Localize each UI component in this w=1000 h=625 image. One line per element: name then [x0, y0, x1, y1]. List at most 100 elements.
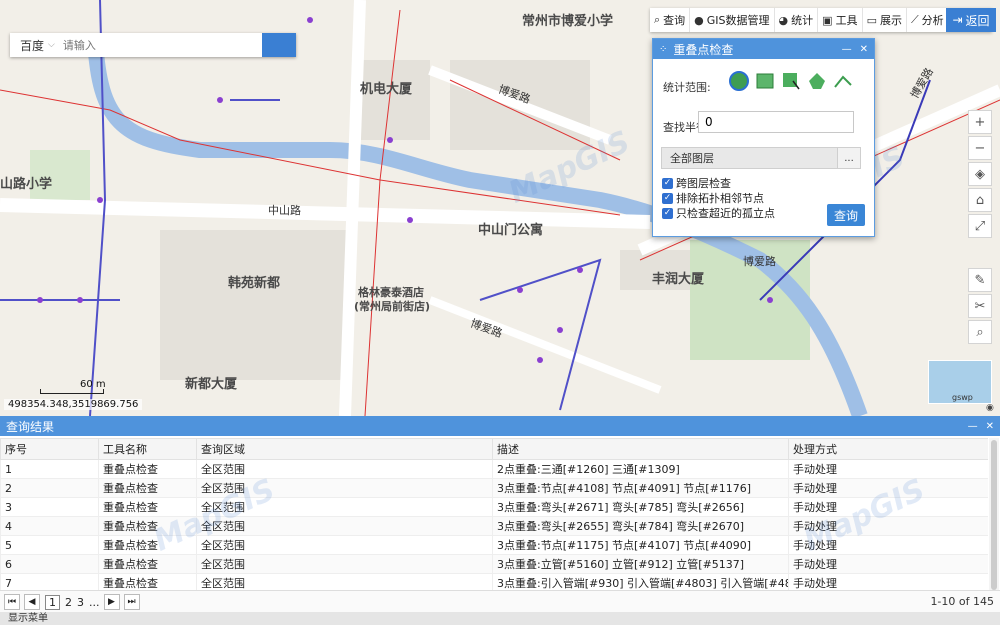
column-header[interactable]: 序号 [0, 438, 99, 460]
pie-chart-icon: ◕ [778, 13, 789, 27]
search-button[interactable] [10, 33, 296, 57]
cell-description: 2点重叠:三通[#1260] 三通[#1309] [492, 459, 789, 479]
vertical-scrollbar[interactable] [989, 438, 999, 604]
chevron-down-icon: ⌵ [48, 40, 55, 50]
first-page-button[interactable]: ⏮ [4, 594, 20, 610]
map-label-xindu: 新都大厦 [185, 377, 238, 392]
back-button[interactable]: ⇥ 返回 [946, 8, 996, 32]
page-button-3[interactable]: 3 [77, 596, 84, 609]
map-label-hanyuan: 韩苑新都 [228, 276, 281, 291]
next-page-button[interactable]: ▶ [103, 594, 120, 610]
cell-index: 2 [0, 478, 99, 498]
globe-icon: ● [694, 13, 704, 27]
overview-map-label: gswp [952, 393, 973, 402]
zoom-out-button[interactable]: − [968, 136, 992, 160]
search-icon: ⌕ [654, 13, 661, 26]
page-button-1[interactable]: 1 [45, 594, 60, 610]
map-label-boai-school: 常州市博爱小学 [522, 14, 614, 29]
cell-area: 全区范围 [196, 459, 493, 479]
cell-tool: 重叠点检查 [98, 478, 197, 498]
cell-tool: 重叠点检查 [98, 459, 197, 479]
status-bar[interactable]: 显示菜单 [0, 612, 1000, 625]
dialog-title: 重叠点检查 [673, 42, 734, 57]
column-header[interactable]: 处理方式 [788, 438, 988, 460]
polygon-select-icon [809, 73, 825, 89]
cell-description: 3点重叠:弯头[#2671] 弯头[#785] 弯头[#2656] [492, 497, 789, 517]
rectangle-select-icon [783, 73, 800, 90]
toolbar-label: 工具 [835, 14, 858, 27]
column-header[interactable]: 查询区域 [196, 438, 493, 460]
toolbar-display[interactable]: ▭ 展示 [863, 8, 907, 32]
toolbar-query[interactable]: ⌕ 查询 [650, 8, 691, 32]
toolbar-analysis[interactable]: ⟋ 分析 [907, 8, 949, 32]
scope-polygon-button[interactable] [807, 71, 827, 91]
toolbar-tools[interactable]: ▣ 工具 [818, 8, 863, 32]
magnifier-icon: ⌕ [976, 324, 984, 340]
checkbox-checked-icon: ✓ [662, 177, 673, 189]
layers-button[interactable]: ◈ [968, 162, 992, 186]
search-input[interactable] [60, 37, 262, 53]
prev-page-button[interactable]: ◀ [24, 594, 40, 610]
cell-description: 3点重叠:节点[#4108] 节点[#4091] 节点[#1176] [492, 478, 789, 498]
checkbox-checked-icon: ✓ [662, 192, 673, 204]
scope-view-button[interactable] [755, 71, 775, 91]
clip-button[interactable]: ✂ [968, 294, 992, 318]
page-button-2[interactable]: 2 [65, 596, 72, 609]
zoom-in-button[interactable]: + [968, 110, 992, 134]
scope-rect-button[interactable] [781, 71, 801, 91]
minus-icon: − [974, 140, 986, 156]
cell-description: 3点重叠:弯头[#2655] 弯头[#784] 弯头[#2670] [492, 516, 789, 536]
close-icon[interactable]: ✕ [986, 421, 994, 432]
cross-layer-checkbox[interactable]: ✓ 跨图层检查 [662, 175, 731, 191]
table-row[interactable]: 6 重叠点检查 全区范围 3点重叠:立管[#5160] 立管[#912] 立管[#51… [0, 554, 988, 574]
cell-area: 全区范围 [196, 554, 493, 574]
home-button[interactable]: ⌂ [968, 188, 992, 212]
scope-line-button[interactable] [833, 71, 853, 91]
toolbar-stats[interactable]: ◕ 统计 [775, 8, 819, 32]
toolbar-label: GIS数据管理 [706, 14, 770, 27]
minimize-icon[interactable]: — [842, 44, 852, 55]
road-label-zhongshan: 中山路 [268, 204, 301, 217]
scope-global-button[interactable] [729, 71, 749, 91]
scatter-icon: ⁘ [659, 43, 668, 55]
checkbox-label: 跨图层检查 [676, 177, 731, 190]
toolbar-label: 统计 [791, 14, 814, 27]
layer-select[interactable]: 全部图层 ... [661, 147, 861, 169]
column-header[interactable]: 工具名称 [98, 438, 197, 460]
query-button[interactable]: 查询 [827, 204, 865, 226]
draw-button[interactable]: ✎ [968, 268, 992, 292]
map-label-fengrun: 丰润大厦 [652, 272, 705, 287]
cell-index: 1 [0, 459, 99, 479]
cell-area: 全区范围 [196, 535, 493, 555]
fullscreen-icon: ⤢ [974, 218, 986, 234]
coordinate-readout: 498354.348,3519869.756 [4, 399, 143, 410]
minimize-icon[interactable]: — [968, 421, 978, 432]
exclude-topology-checkbox[interactable]: ✓ 排除拓扑相邻节点 [662, 190, 764, 206]
radius-input[interactable] [698, 111, 854, 133]
close-icon[interactable]: ✕ [860, 44, 868, 55]
search-bar: 百度 ⌵ [10, 33, 296, 57]
table-header-row: 序号 工具名称 查询区域 描述 处理方式 [0, 438, 988, 460]
table-row[interactable]: 2 重叠点检查 全区范围 3点重叠:节点[#4108] 节点[#4091] 节点[#1… [0, 478, 988, 498]
back-label: 返回 [965, 13, 990, 28]
search-icon [10, 33, 24, 47]
toolbar-gis-data[interactable]: ● GIS数据管理 [690, 8, 775, 32]
toolbar-label: 分析 [921, 14, 944, 27]
pagination: ⏮ ◀ 1 2 3 ... ▶ ⏭ 1-10 of 145 [0, 590, 1000, 613]
table-row[interactable]: 1 重叠点检查 全区范围 2点重叠:三通[#1260] 三通[#1309] 手动处理 [0, 459, 988, 479]
pagination-total: 1-10 of 145 [930, 595, 994, 608]
toolbar-label: 展示 [879, 14, 902, 27]
cell-tool: 重叠点检查 [98, 554, 197, 574]
dialog-header[interactable]: ⁘ 重叠点检查 — ✕ [653, 39, 874, 59]
scrollbar-thumb[interactable] [991, 440, 997, 590]
map-label-jidian: 机电大厦 [360, 82, 413, 97]
locate-button[interactable]: ⌕ [968, 320, 992, 344]
isolated-only-checkbox[interactable]: ✓ 只检查超近的孤立点 [662, 205, 775, 221]
result-grid: 序号 工具名称 查询区域 描述 处理方式 1 重叠点检查 全区范围 2点重叠:三通[#… [0, 438, 988, 604]
eye-icon[interactable]: ◉ [986, 403, 994, 413]
fullscreen-button[interactable]: ⤢ [968, 214, 992, 238]
column-header[interactable]: 描述 [492, 438, 789, 460]
last-page-button[interactable]: ⏭ [123, 594, 140, 610]
layer-more-button[interactable]: ... [837, 148, 860, 168]
screen-icon [756, 73, 774, 89]
